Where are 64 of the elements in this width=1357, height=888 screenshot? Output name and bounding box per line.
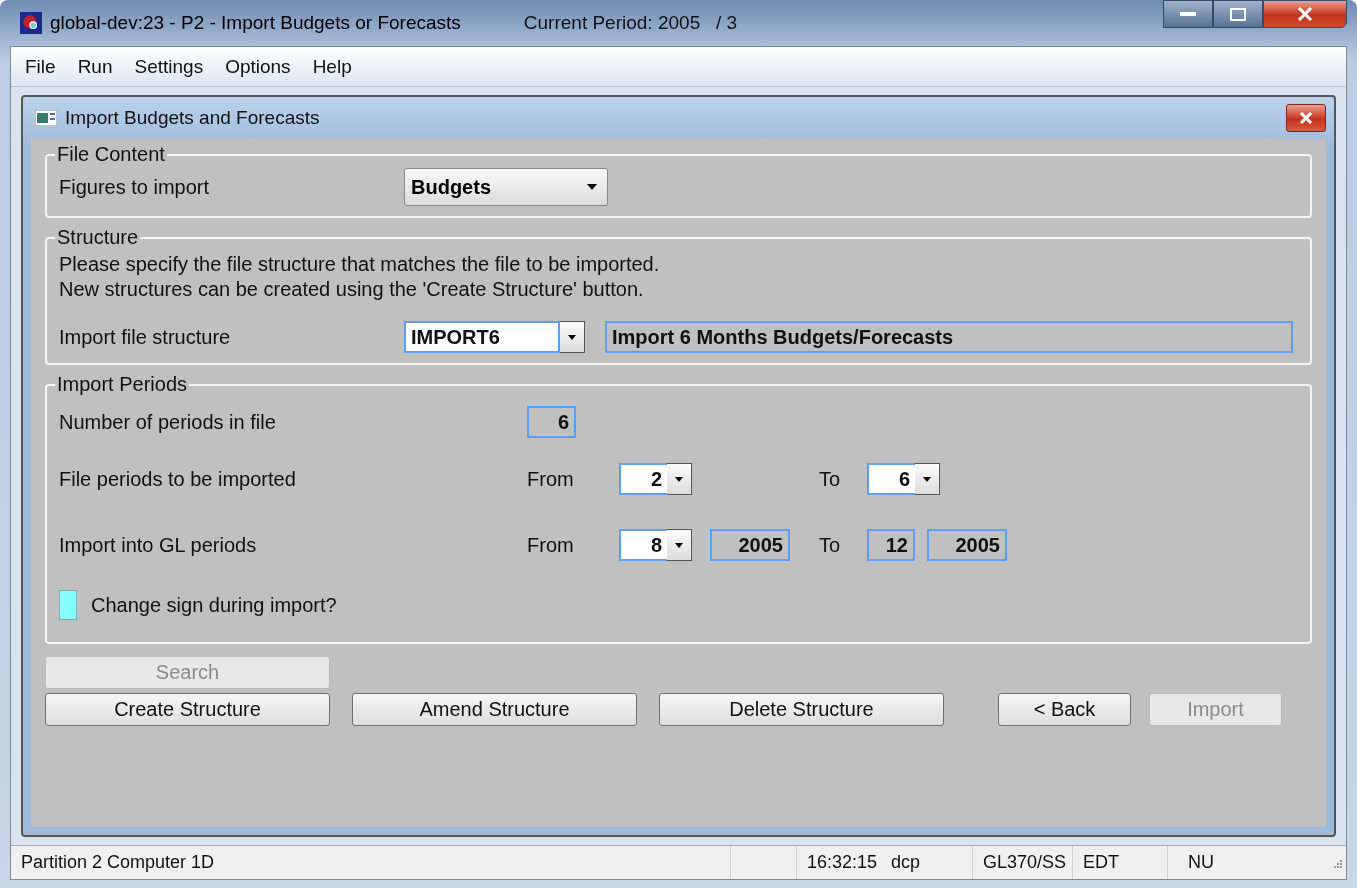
- caret-icon: [587, 184, 597, 190]
- menu-item[interactable]: Options: [225, 55, 291, 78]
- current-period: Current Period: 2005 / 3: [523, 12, 738, 34]
- resize-grip-icon: [1332, 857, 1342, 868]
- description-field: Import 6 Months Budgets/Forecasts: [605, 321, 1293, 353]
- group-title: Structure: [56, 226, 140, 249]
- from-label: From: [527, 467, 575, 491]
- checkbox[interactable]: [59, 590, 77, 620]
- close-button[interactable]: [1286, 104, 1326, 132]
- action-button[interactable]: < Back: [998, 693, 1131, 726]
- instruction-text: New structures can be created using the 'Create Structure' button.: [59, 278, 645, 301]
- minimize-button[interactable]: [1163, 0, 1213, 28]
- field-label: Figures to import: [59, 175, 211, 199]
- checkbox-label: Change sign during import?: [91, 593, 337, 617]
- caret-icon: [675, 476, 683, 482]
- maximize-icon: [1230, 7, 1246, 21]
- menu-item[interactable]: Settings: [134, 55, 204, 78]
- from-label: From: [527, 533, 575, 557]
- figures-dropdown[interactable]: Budgets: [404, 168, 608, 206]
- window-icon: [35, 110, 57, 126]
- dropdown-button[interactable]: [667, 463, 692, 495]
- action-button[interactable]: Delete Structure: [659, 693, 944, 726]
- caret-icon: [923, 476, 931, 482]
- group-title: File Content: [56, 143, 166, 166]
- status-text: EDT: [1073, 846, 1168, 879]
- status-text: GL370/SS: [973, 846, 1073, 879]
- menu-item[interactable]: Help: [312, 55, 352, 78]
- period-field[interactable]: 2: [619, 463, 667, 495]
- close-icon: [1299, 112, 1313, 124]
- close-button[interactable]: [1263, 0, 1347, 28]
- year-field: 2005: [710, 529, 790, 561]
- maximize-button[interactable]: [1213, 0, 1263, 28]
- period-field[interactable]: 8: [619, 529, 667, 561]
- period-count-field: 6: [527, 406, 576, 438]
- to-label: To: [819, 467, 842, 491]
- caret-icon: [675, 542, 683, 548]
- window-title: global-dev:23 - P2 - Import Budgets or Forecasts: [50, 12, 461, 34]
- dropdown-button[interactable]: [915, 463, 940, 495]
- dialog-title: Import Budgets and Forecasts: [65, 107, 320, 129]
- field-label: Import into GL periods: [59, 533, 258, 557]
- group-title: Import Periods: [56, 373, 189, 396]
- period-field[interactable]: 6: [867, 463, 915, 495]
- status-text: 16:32:15: [806, 851, 879, 874]
- globe-icon: [20, 12, 42, 34]
- status-text: Partition 2 Computer 1D: [11, 846, 731, 879]
- minimize-icon: [1180, 11, 1196, 17]
- to-label: To: [819, 533, 842, 557]
- field-label: Number of periods in file: [59, 410, 277, 434]
- action-button[interactable]: Amend Structure: [352, 693, 637, 726]
- menu-item[interactable]: Run: [77, 55, 113, 78]
- year-field: 2005: [927, 529, 1007, 561]
- dropdown-button[interactable]: [667, 529, 692, 561]
- structure-field[interactable]: IMPORT6: [404, 321, 560, 353]
- menu-item[interactable]: File: [25, 55, 56, 78]
- period-field: 12: [867, 529, 915, 561]
- dropdown-button[interactable]: [560, 321, 585, 353]
- field-label: File periods to be imported: [59, 467, 297, 491]
- action-button[interactable]: Create Structure: [45, 693, 330, 726]
- status-text: dcp: [887, 846, 973, 879]
- caret-icon: [568, 334, 576, 340]
- status-text: NU: [1187, 851, 1215, 874]
- instruction-text: Please specify the file structure that matches the file to be imported.: [59, 253, 661, 276]
- close-icon: [1297, 7, 1313, 21]
- field-label: Import file structure: [59, 325, 232, 349]
